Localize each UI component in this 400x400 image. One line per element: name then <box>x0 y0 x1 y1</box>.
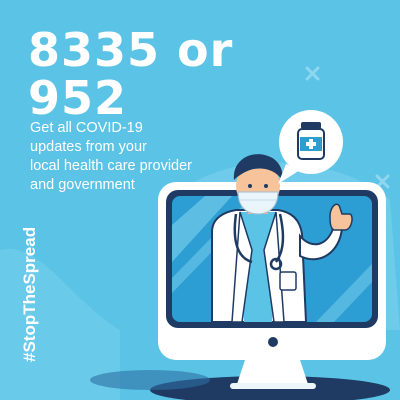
info-text-line: Get all COVID-19 <box>30 120 143 136</box>
x-mark-icon <box>305 66 320 81</box>
info-text-line: local health care provider <box>30 158 193 174</box>
info-text-line: updates from your <box>30 139 147 155</box>
poster: 8335 or 952 Get all COVID-19 updates fro… <box>0 0 400 400</box>
floor-shadow-back <box>90 370 210 390</box>
hotline-headline: 8335 or 952 <box>28 26 233 122</box>
info-text: Get all COVID-19 updates from your local… <box>30 119 192 195</box>
x-mark-icon <box>375 174 390 189</box>
info-text-line: and government <box>30 177 135 193</box>
headline-line-2: 952 <box>28 71 128 125</box>
headline-line-1: 8335 or <box>28 23 234 77</box>
hashtag-text: #StopTheSpread <box>20 226 39 362</box>
medicine-bottle-icon <box>297 122 325 160</box>
